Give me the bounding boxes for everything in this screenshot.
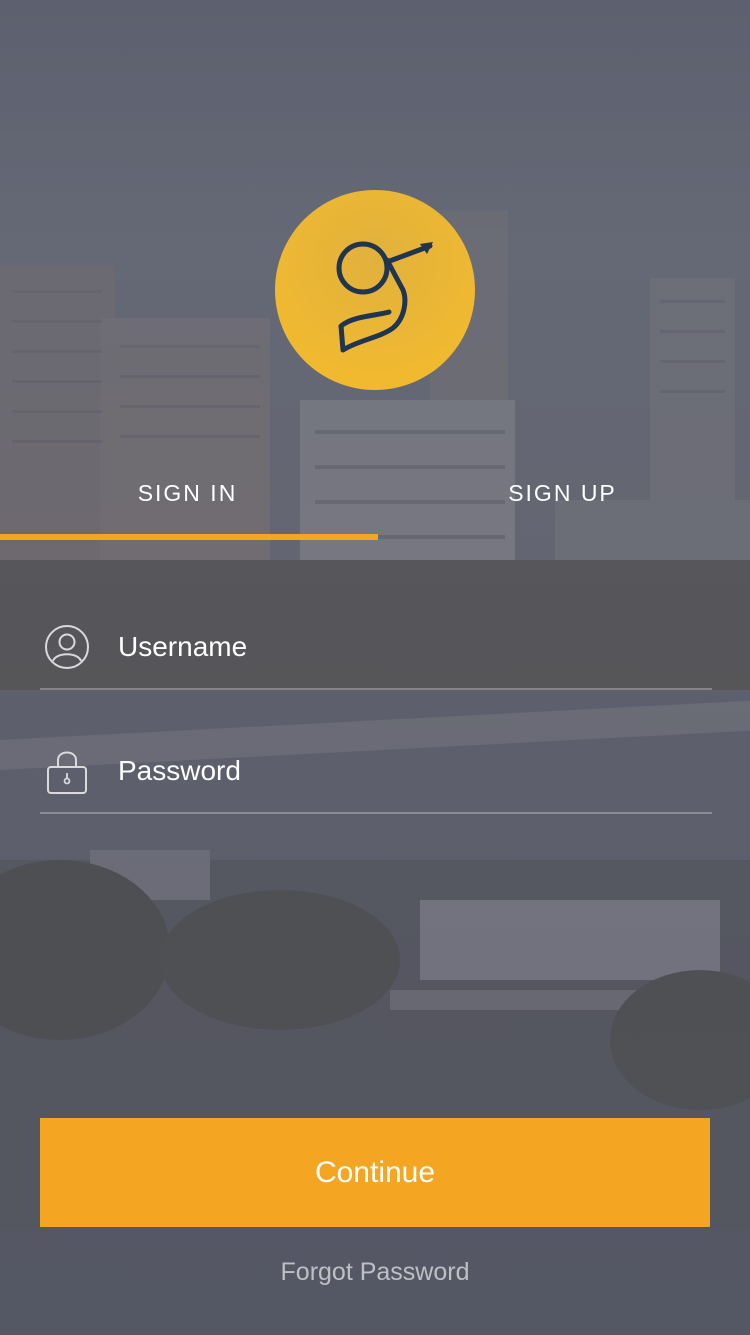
- forgot-password-link[interactable]: Forgot Password: [0, 1258, 750, 1287]
- app-logo: [275, 190, 475, 390]
- tab-sign-in-label: SIGN IN: [137, 480, 238, 506]
- continue-button[interactable]: Continue: [40, 1118, 710, 1227]
- lock-icon: [42, 746, 92, 796]
- username-underline: [40, 688, 712, 690]
- tab-sign-up[interactable]: SIGN UP: [375, 460, 750, 538]
- active-tab-indicator: [0, 534, 378, 540]
- username-field: [40, 592, 712, 702]
- tab-sign-in[interactable]: SIGN IN: [0, 460, 375, 538]
- g-arrow-logo-icon: [336, 241, 433, 353]
- password-input[interactable]: [118, 741, 678, 801]
- user-circle-icon: [42, 622, 92, 672]
- username-input[interactable]: [118, 617, 678, 677]
- auth-tabs: SIGN IN SIGN UP: [0, 460, 750, 542]
- password-underline: [40, 812, 712, 814]
- tab-sign-up-label: SIGN UP: [508, 480, 617, 506]
- login-screen: SIGN IN SIGN UP Continu: [0, 0, 750, 1335]
- password-field: [40, 716, 712, 826]
